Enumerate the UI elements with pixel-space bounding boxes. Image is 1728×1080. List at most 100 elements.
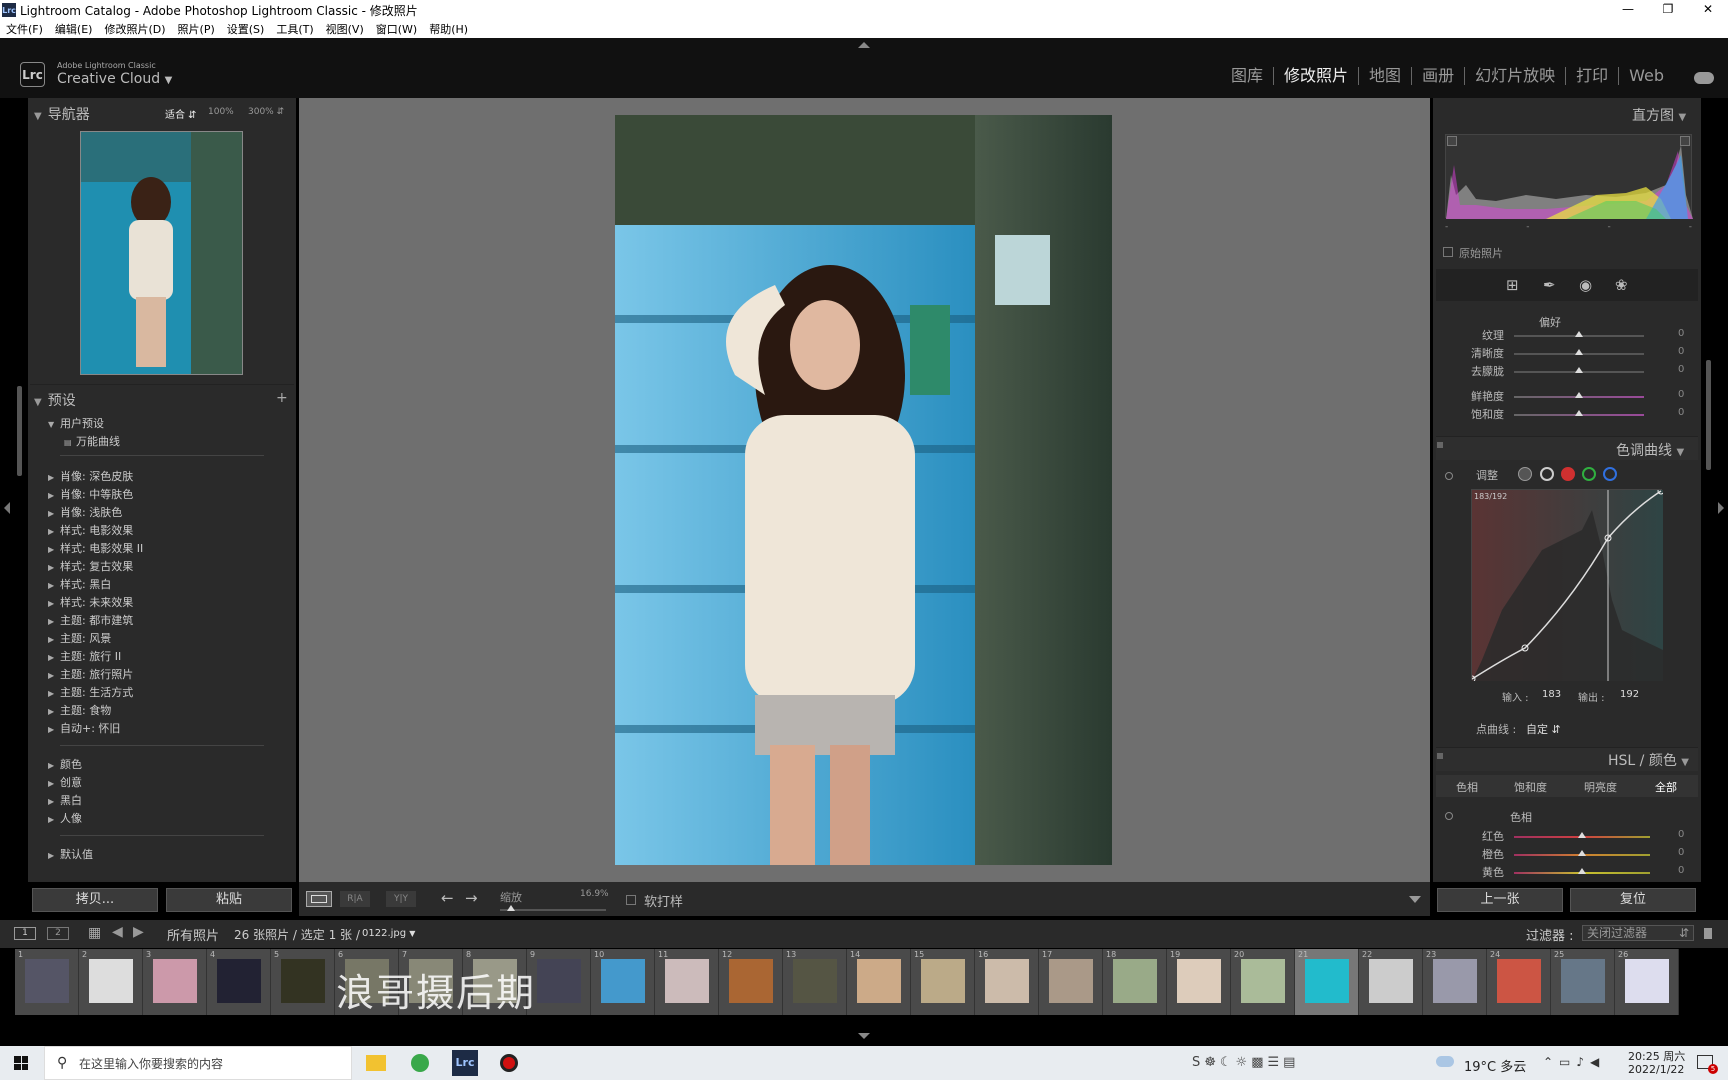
presence-slider-value[interactable]: 0 (1678, 407, 1684, 418)
monitor-1-button[interactable]: 1 (14, 927, 36, 940)
paste-button[interactable]: 粘贴 (166, 888, 292, 912)
filmstrip-thumbnail[interactable]: 20 (1231, 949, 1295, 1015)
filmstrip-thumbnail[interactable]: 1 (15, 949, 79, 1015)
navigator-preview[interactable] (80, 131, 243, 375)
monitor-2-button[interactable]: 2 (47, 927, 69, 940)
source-label[interactable]: 所有照片 (167, 925, 219, 944)
tone-curve-graph[interactable] (1468, 487, 1665, 683)
arrow-right-icon[interactable]: → (465, 889, 478, 907)
menu-help[interactable]: 帮助(H) (429, 21, 468, 37)
tab-saturation[interactable]: 饱和度 (1514, 779, 1547, 795)
panel-switch-icon[interactable] (1437, 442, 1443, 448)
minimize-button[interactable]: — (1608, 0, 1648, 20)
before-after-ra-button[interactable]: R|A (340, 891, 370, 907)
forward-arrow-icon[interactable]: ▶ (133, 924, 144, 940)
hsl-slider-knob[interactable] (1578, 868, 1586, 874)
reset-button[interactable]: 复位 (1570, 888, 1696, 912)
hsl-slider-value[interactable]: 0 (1678, 865, 1684, 876)
filmstrip-thumbnail[interactable]: 11 (655, 949, 719, 1015)
module-slideshow[interactable]: 幻灯片放映 (1465, 67, 1567, 85)
tray-icons[interactable]: S☸☾☼▩☰▤ (1192, 1055, 1299, 1070)
taskbar-search[interactable]: ⚲ 在这里输入你要搜索的内容 (44, 1046, 352, 1080)
presence-slider-value[interactable]: 0 (1678, 364, 1684, 375)
add-preset-button[interactable]: + (276, 390, 288, 406)
bottom-panel-toggle-icon[interactable] (858, 1033, 870, 1039)
original-photo-checkbox[interactable] (1443, 247, 1453, 257)
filmstrip-thumbnail[interactable]: 26 (1615, 949, 1679, 1015)
hsl-target-icon[interactable] (1445, 812, 1453, 820)
filmstrip-thumbnail[interactable]: 2 (79, 949, 143, 1015)
main-photo[interactable] (615, 115, 1112, 865)
close-button[interactable]: ✕ (1688, 0, 1728, 20)
menu-develop[interactable]: 修改照片(D) (104, 21, 165, 37)
selected-file[interactable]: 0122.jpg ▼ (362, 928, 415, 939)
hsl-header[interactable]: HSL / 颜色 ▼ (1608, 750, 1695, 770)
parametric-curve-icon[interactable] (1518, 467, 1532, 481)
module-develop[interactable]: 修改照片 (1274, 67, 1360, 85)
filmstrip-thumbnail[interactable]: 25 (1551, 949, 1615, 1015)
filmstrip-thumbnail[interactable]: 22 (1359, 949, 1423, 1015)
filter-lock-icon[interactable] (1704, 928, 1712, 939)
menu-window[interactable]: 窗口(W) (376, 21, 417, 37)
tone-curve-header[interactable]: 色调曲线 ▼ (1616, 440, 1690, 460)
filmstrip-thumbnail[interactable]: 21 (1295, 949, 1359, 1015)
record-icon[interactable] (500, 1054, 518, 1072)
filmstrip-thumbnail[interactable]: 12 (719, 949, 783, 1015)
brand-title[interactable]: Creative Cloud ▼ (57, 71, 172, 87)
module-print[interactable]: 打印 (1566, 67, 1620, 85)
right-scrollbar[interactable] (1706, 360, 1711, 470)
arrow-left-icon[interactable]: ← (441, 889, 454, 907)
grid-view-icon[interactable]: ▦ (88, 925, 101, 941)
right-panel-toggle-icon[interactable] (1718, 502, 1724, 514)
preset-group[interactable]: ▶ 样式: 电影效果 (48, 522, 133, 538)
histogram-header[interactable]: 直方图 ▼ (1632, 105, 1692, 125)
filmstrip-thumbnail[interactable]: 15 (911, 949, 975, 1015)
preset-group[interactable]: ▶ 主题: 食物 (48, 702, 111, 718)
presence-slider-value[interactable]: 0 (1678, 346, 1684, 357)
preset-group[interactable]: ▶ 自动+: 怀旧 (48, 720, 120, 736)
clock-date[interactable]: 2022/1/22 (1628, 1063, 1684, 1076)
system-tray-icons[interactable]: ⌃▭♪◀ (1543, 1055, 1605, 1069)
preset-group[interactable]: ▶ 样式: 电影效果 II (48, 540, 143, 556)
preset-group[interactable]: ▶ 人像 (48, 810, 82, 826)
module-web[interactable]: Web (1619, 67, 1698, 85)
hsl-slider-knob[interactable] (1578, 850, 1586, 856)
point-curve-red-icon[interactable] (1561, 467, 1575, 481)
filmstrip-thumbnail[interactable]: 17 (1039, 949, 1103, 1015)
preset-group[interactable]: ▶ 样式: 复古效果 (48, 558, 133, 574)
module-library[interactable]: 图库 (1221, 67, 1275, 85)
module-book[interactable]: 画册 (1412, 67, 1466, 85)
lightroom-taskbar-icon[interactable]: Lrc (452, 1050, 478, 1076)
zoom-fit-option[interactable]: 适合 ⇵ (165, 106, 197, 121)
histogram[interactable] (1445, 134, 1693, 219)
filmstrip-thumbnail[interactable]: 19 (1167, 949, 1231, 1015)
tab-hue[interactable]: 色相 (1456, 779, 1478, 795)
spot-removal-icon[interactable]: ✒ (1543, 276, 1556, 294)
weather-text[interactable]: 19°C 多云 (1464, 1056, 1526, 1075)
zoom-slider-knob[interactable] (507, 905, 515, 911)
menu-file[interactable]: 文件(F) (6, 21, 43, 37)
red-eye-icon[interactable]: ◉ (1579, 276, 1592, 294)
preset-folder-default[interactable]: ▶ 默认值 (48, 846, 93, 862)
preset-group[interactable]: ▶ 主题: 风景 (48, 630, 111, 646)
presence-slider-knob[interactable] (1575, 392, 1583, 398)
presence-slider-value[interactable]: 0 (1678, 328, 1684, 339)
filmstrip-thumbnail[interactable]: 16 (975, 949, 1039, 1015)
preset-group[interactable]: ▶ 创意 (48, 774, 82, 790)
presence-slider-knob[interactable] (1575, 331, 1583, 337)
zoom-300-option[interactable]: 300% ⇵ (248, 107, 284, 117)
preset-group[interactable]: ▶ 主题: 生活方式 (48, 684, 133, 700)
maximize-button[interactable]: ❐ (1648, 0, 1688, 20)
copy-button[interactable]: 拷贝... (32, 888, 158, 912)
left-panel-toggle-icon[interactable] (4, 502, 10, 514)
preset-group[interactable]: ▶ 样式: 未来效果 (48, 594, 133, 610)
previous-button[interactable]: 上一张 (1437, 888, 1563, 912)
zoom-slider[interactable] (500, 909, 606, 911)
menu-view[interactable]: 视图(V) (326, 21, 364, 37)
browser-icon[interactable] (411, 1054, 429, 1072)
panel-switch-icon[interactable] (1437, 753, 1443, 759)
filter-select[interactable]: 关闭过滤器 ⇵ (1582, 925, 1694, 941)
preset-group[interactable]: ▶ 主题: 旅行照片 (48, 666, 133, 682)
presence-slider-knob[interactable] (1575, 410, 1583, 416)
before-after-yy-button[interactable]: Y|Y (386, 891, 416, 907)
